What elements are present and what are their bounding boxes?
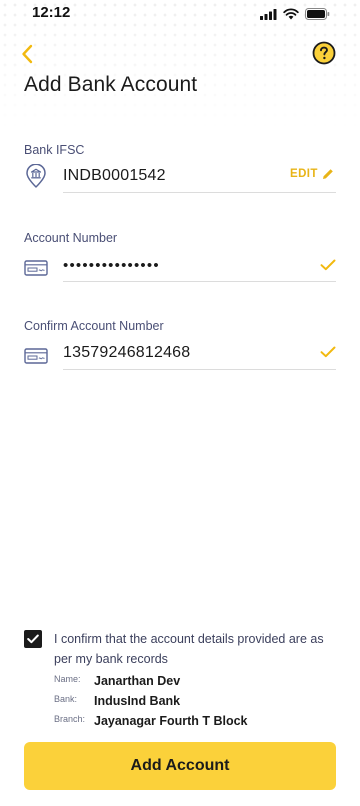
wifi-icon <box>283 8 299 20</box>
help-icon[interactable] <box>312 41 336 65</box>
detail-value: IndusInd Bank <box>94 694 181 708</box>
edit-label: EDIT <box>290 168 318 180</box>
bank-card-icon <box>24 344 48 368</box>
edit-ifsc-link[interactable]: EDIT <box>290 168 334 180</box>
status-time: 12:12 <box>32 4 71 21</box>
detail-key: Branch: <box>54 714 86 724</box>
account-number-label: Account Number <box>24 231 118 245</box>
confirm-account-number-underline <box>63 369 336 370</box>
back-button[interactable] <box>14 40 40 68</box>
confirm-account-number-input[interactable]: 13579246812468 <box>63 344 190 362</box>
detail-row-branch: Branch: Jayanagar Fourth T Block <box>54 714 248 728</box>
detail-row-name: Name: Janarthan Dev <box>54 674 180 688</box>
account-number-underline <box>63 281 336 282</box>
status-bar: 12:12 <box>0 0 360 28</box>
ifsc-input[interactable]: INDB0001542 <box>63 167 166 185</box>
confirm-text: I confirm that the account details provi… <box>54 632 324 666</box>
account-number-input[interactable]: ••••••••••••••• <box>63 257 160 274</box>
battery-icon <box>305 8 330 20</box>
bank-location-icon <box>24 164 48 188</box>
add-account-button[interactable]: Add Account <box>24 742 336 790</box>
detail-value: Janarthan Dev <box>94 674 181 688</box>
confirm-account-number-label: Confirm Account Number <box>24 319 164 333</box>
status-icons <box>260 8 330 20</box>
check-icon <box>320 346 336 358</box>
ifsc-underline <box>63 192 336 193</box>
detail-value: Jayanagar Fourth T Block <box>94 714 248 728</box>
page-title: Add Bank Account <box>24 73 198 96</box>
confirm-checkbox[interactable] <box>24 630 42 648</box>
checkmark-icon <box>27 634 39 644</box>
pencil-icon <box>322 169 333 179</box>
bank-card-icon <box>24 256 48 280</box>
chevron-left-icon <box>22 44 33 64</box>
detail-key: Name: <box>54 674 81 684</box>
check-icon <box>320 259 336 271</box>
detail-row-bank: Bank: IndusInd Bank <box>54 694 180 708</box>
signal-icon <box>260 8 277 20</box>
ifsc-label: Bank IFSC <box>24 143 85 157</box>
detail-key: Bank: <box>54 694 78 704</box>
